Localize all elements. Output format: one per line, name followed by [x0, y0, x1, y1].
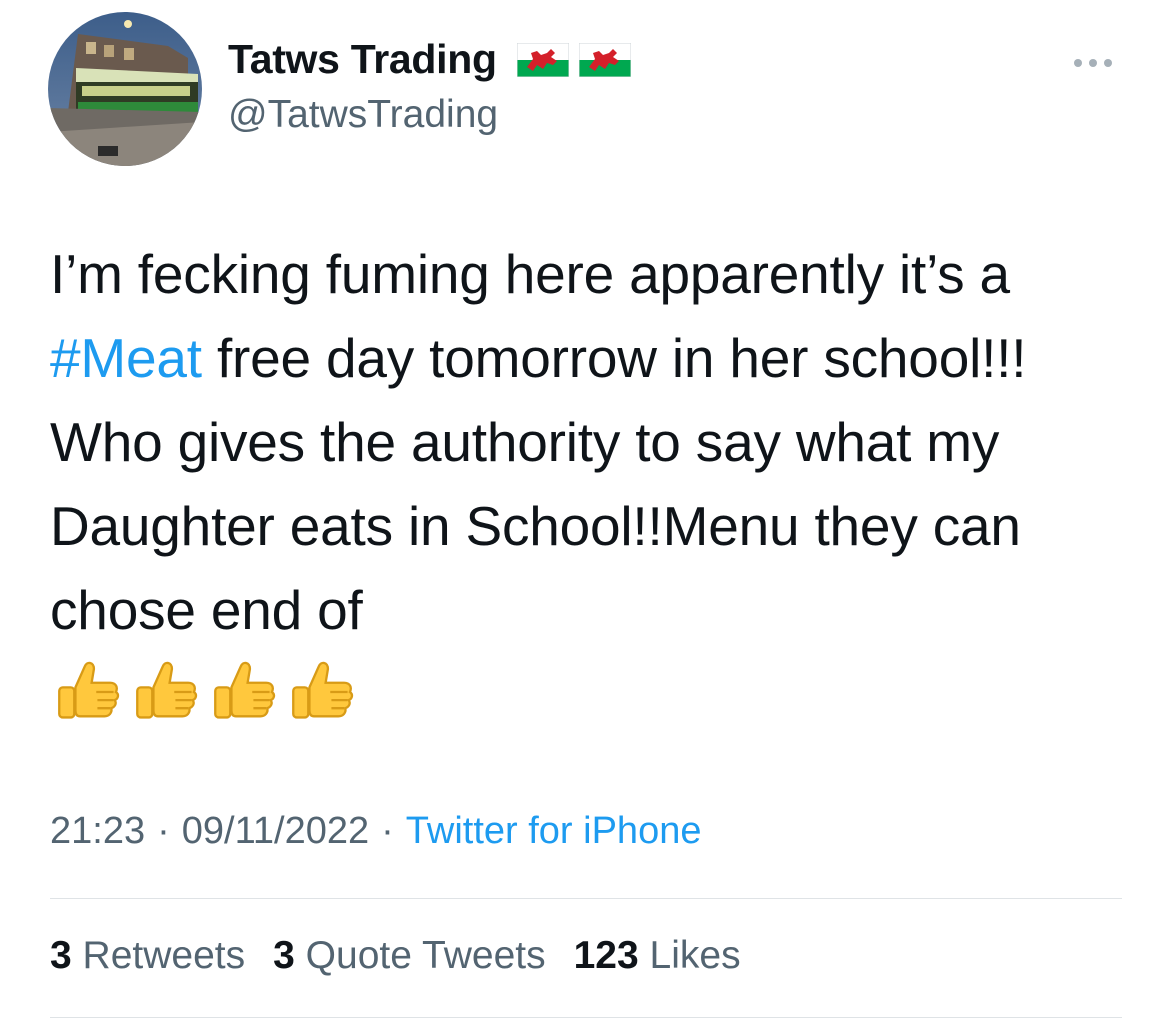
thumbs-up-icon [136, 661, 198, 719]
display-name[interactable]: Tatws Trading [228, 36, 631, 83]
handle[interactable]: @TatwsTrading [228, 93, 498, 137]
tweet-meta: 21:23 · 09/11/2022 · Twitter for iPhone [50, 810, 701, 853]
wales-flag-icon [516, 42, 569, 77]
wales-flag-icon [578, 42, 631, 77]
tweet-time[interactable]: 21:23 [50, 810, 145, 853]
avatar[interactable] [48, 12, 202, 166]
avatar-image [48, 12, 202, 166]
tweet-source-link[interactable]: Twitter for iPhone [406, 810, 702, 853]
tweet: Tatws Trading @TatwsTrading I’m fecking … [0, 0, 1170, 1020]
likes-stat[interactable]: 123 Likes [574, 934, 741, 978]
quote-tweets-stat[interactable]: 3 Quote Tweets [273, 934, 545, 978]
engagement-stats: 3 Retweets 3 Quote Tweets 123 Likes [50, 934, 741, 978]
thumbs-up-icon [58, 661, 120, 719]
tweet-text: I’m fecking fuming here apparently it’s … [50, 232, 1140, 734]
likes-label: Likes [649, 934, 741, 977]
tweet-date[interactable]: 09/11/2022 [182, 810, 369, 853]
quote-tweets-count: 3 [273, 934, 295, 977]
likes-count: 123 [573, 934, 639, 977]
divider [50, 1017, 1122, 1018]
thumbs-up-icon [214, 661, 276, 719]
tweet-text-part: I’m fecking fuming here apparently it’s … [50, 243, 1010, 305]
more-options-icon[interactable] [1074, 56, 1120, 70]
display-name-text: Tatws Trading [228, 36, 497, 82]
retweets-stat[interactable]: 3 Retweets [50, 934, 245, 978]
meta-separator: · [157, 810, 170, 852]
emoji-row [50, 650, 1140, 734]
hashtag-link[interactable]: #Meat [50, 327, 202, 389]
divider [50, 898, 1122, 899]
quote-tweets-label: Quote Tweets [305, 934, 546, 977]
meta-separator: · [381, 810, 394, 852]
retweets-label: Retweets [82, 934, 246, 977]
retweets-count: 3 [50, 934, 72, 977]
thumbs-up-icon [292, 661, 354, 719]
flag-emojis [516, 42, 631, 77]
